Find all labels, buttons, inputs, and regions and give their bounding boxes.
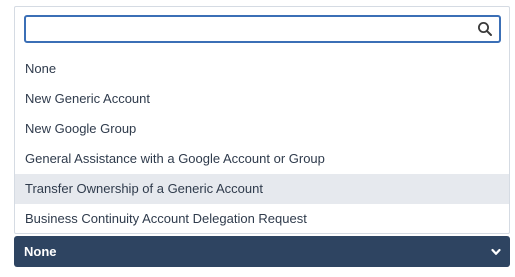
- request-type-select[interactable]: None: [14, 236, 510, 267]
- option-transfer-ownership[interactable]: Transfer Ownership of a Generic Account: [15, 174, 509, 204]
- options-list: None New Generic Account New Google Grou…: [15, 54, 509, 234]
- chevron-down-icon: [491, 248, 501, 255]
- option-none[interactable]: None: [15, 54, 509, 84]
- option-business-continuity[interactable]: Business Continuity Account Delegation R…: [15, 204, 509, 234]
- select-value: None: [24, 244, 57, 259]
- search-box[interactable]: [24, 15, 501, 43]
- search-input[interactable]: [30, 19, 470, 39]
- dropdown-panel: None New Generic Account New Google Grou…: [14, 6, 510, 234]
- option-new-google-group[interactable]: New Google Group: [15, 114, 509, 144]
- search-icon[interactable]: [477, 21, 493, 37]
- option-new-generic-account[interactable]: New Generic Account: [15, 84, 509, 114]
- option-general-assistance[interactable]: General Assistance with a Google Account…: [15, 144, 509, 174]
